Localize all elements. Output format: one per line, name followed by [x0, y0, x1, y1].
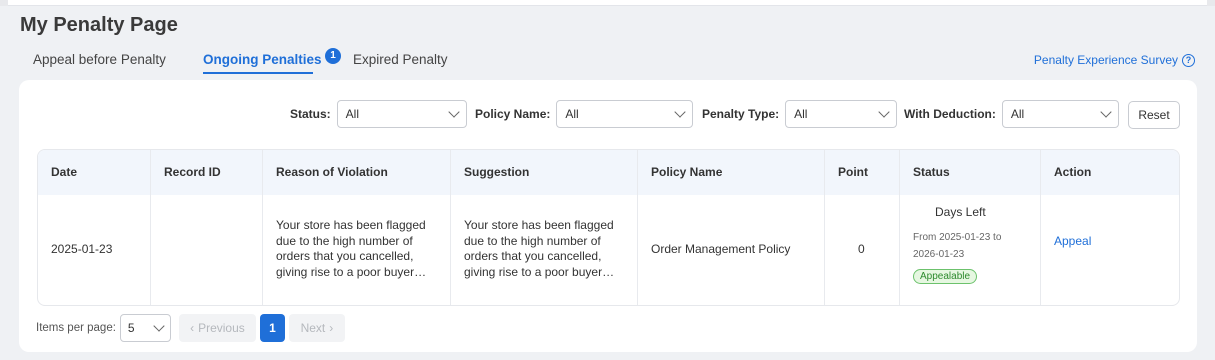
with-deduction-select-value: All [1010, 107, 1025, 121]
column-header-suggestion: Suggestion [464, 165, 530, 179]
policy-name-select[interactable]: All [556, 100, 694, 128]
page-size-select[interactable]: 5 [119, 314, 171, 342]
column-header-point: Point [838, 165, 868, 179]
penalty-table: Date Record ID Reason of Violation Sugge… [37, 149, 1180, 306]
items-per-page-label: Items per page: [36, 322, 116, 334]
penalty-page: My Penalty Page Appeal before Penalty On… [0, 6, 1215, 360]
tab-ongoing-penalties[interactable]: Ongoing Penalties [203, 52, 322, 67]
pagination: Items per page: 5 ‹ Previous 1 Next › [36, 314, 345, 342]
cell-point: 0 [858, 242, 865, 256]
reset-button[interactable]: Reset [1128, 101, 1180, 129]
policy-name-filter-label: Policy Name: [475, 107, 551, 121]
column-header-action: Action [1054, 165, 1092, 179]
cell-policy-name: Order Management Policy [651, 242, 791, 256]
page-title: My Penalty Page [20, 14, 178, 36]
penalty-survey-link[interactable]: Penalty Experience Survey ? [1034, 53, 1195, 67]
tab-appeal-before-penalty[interactable]: Appeal before Penalty [33, 52, 166, 67]
column-divider [637, 150, 638, 305]
status-select[interactable]: All [336, 100, 467, 128]
next-button[interactable]: Next › [288, 314, 345, 342]
status-select-value: All [345, 107, 360, 121]
cell-status: Days Left From 2025-01-23 to 2026-01-23 … [900, 205, 1028, 284]
policy-name-filter: Policy Name: All [475, 100, 694, 128]
chevron-down-icon [674, 106, 687, 118]
with-deduction-select[interactable]: All [1001, 100, 1119, 128]
status-filter: Status: All [290, 100, 467, 128]
column-header-policy-name: Policy Name [651, 165, 723, 179]
chevron-down-icon [153, 320, 165, 332]
reason-text: Your store has been flagged due to the h… [276, 218, 427, 279]
page-1-button[interactable]: 1 [259, 314, 285, 342]
column-header-date: Date [51, 165, 78, 179]
appealable-badge: Appealable [913, 269, 978, 284]
status-days-left: Days Left [935, 205, 986, 219]
previous-label: Previous [198, 321, 245, 335]
previous-button[interactable]: ‹ Previous [178, 314, 256, 342]
chevron-right-icon: › [329, 321, 334, 335]
penalty-type-select-value: All [794, 107, 808, 121]
column-header-record-id: Record ID [164, 165, 221, 179]
cell-suggestion: Your store has been flagged due to the h… [451, 218, 634, 280]
column-header-reason: Reason of Violation [276, 165, 388, 179]
survey-link-label: Penalty Experience Survey [1033, 53, 1178, 67]
tab-expired-penalty[interactable]: Expired Penalty [353, 52, 448, 67]
page-size-value: 5 [127, 321, 135, 335]
with-deduction-filter: With Deduction: All [904, 100, 1119, 128]
appeal-link[interactable]: Appeal [1041, 234, 1091, 248]
column-divider [150, 150, 151, 305]
column-divider [1040, 150, 1041, 305]
status-filter-label: Status: [290, 107, 331, 121]
next-label: Next [300, 321, 326, 335]
cell-date: 2025-01-23 [51, 242, 113, 256]
column-header-status: Status [913, 165, 950, 179]
column-divider [824, 150, 825, 305]
cell-reason: Your store has been flagged due to the h… [263, 218, 446, 280]
ongoing-count-badge: 1 [325, 48, 341, 64]
penalty-type-select[interactable]: All [785, 100, 898, 128]
chevron-down-icon [878, 106, 890, 118]
penalty-card: Status: All Policy Name: All Penalty Typ… [19, 80, 1197, 352]
chevron-left-icon: ‹ [190, 321, 195, 335]
penalty-type-filter-label: Penalty Type: [702, 107, 780, 121]
policy-name-select-value: All [565, 107, 579, 121]
help-icon: ? [1182, 53, 1195, 67]
active-tab-indicator [203, 72, 313, 74]
chevron-down-icon [448, 106, 460, 118]
suggestion-text: Your store has been flagged due to the h… [464, 218, 615, 279]
chevron-down-icon [1100, 106, 1112, 118]
status-date-range: From 2025-01-23 to 2026-01-23 [913, 232, 1002, 260]
with-deduction-filter-label: With Deduction: [904, 107, 996, 121]
table-header: Date Record ID Reason of Violation Sugge… [38, 150, 1179, 195]
penalty-type-filter: Penalty Type: All [702, 100, 898, 128]
